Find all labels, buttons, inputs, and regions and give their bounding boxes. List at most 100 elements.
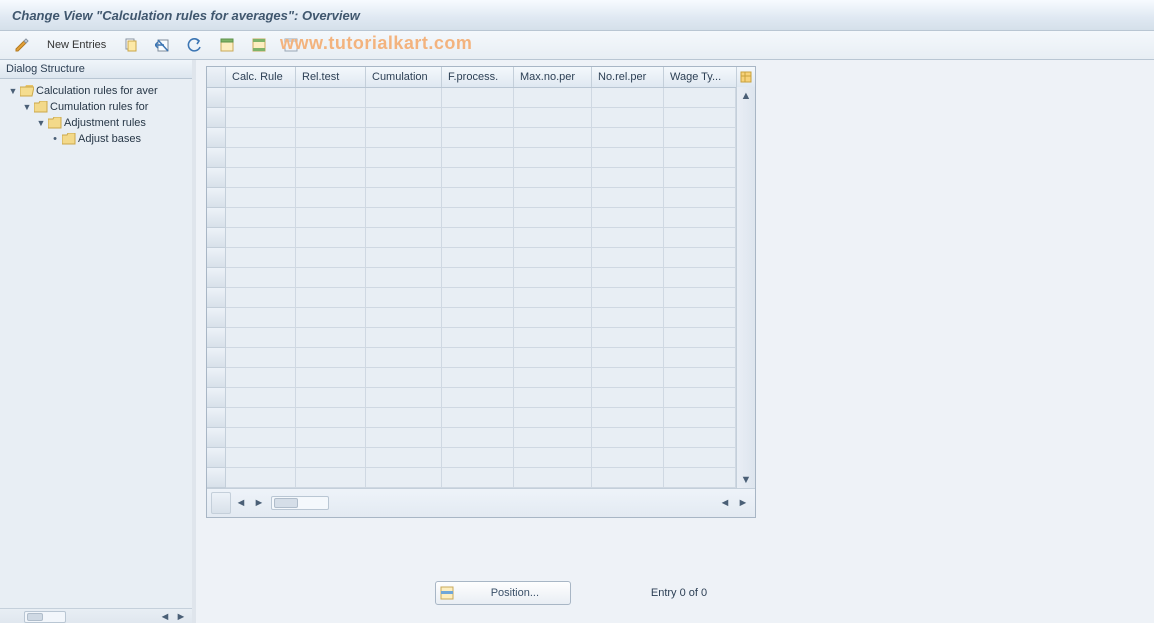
cell[interactable] <box>442 248 514 268</box>
cell[interactable] <box>296 388 366 408</box>
table-row[interactable] <box>207 348 755 368</box>
cell[interactable] <box>514 408 592 428</box>
hscroll-thumb[interactable] <box>274 498 298 508</box>
cell[interactable] <box>366 428 442 448</box>
cell[interactable] <box>366 328 442 348</box>
cell[interactable] <box>366 288 442 308</box>
table-row[interactable] <box>207 208 755 228</box>
hscroll-left-icon[interactable]: ◄ <box>233 495 249 511</box>
table-row[interactable] <box>207 428 755 448</box>
select-all-button[interactable] <box>213 34 241 56</box>
table-row[interactable] <box>207 288 755 308</box>
configure-columns-button[interactable] <box>736 67 755 87</box>
cell[interactable] <box>366 208 442 228</box>
cell[interactable] <box>592 148 664 168</box>
cell[interactable] <box>592 368 664 388</box>
cell[interactable] <box>442 448 514 468</box>
tree-item-calculation-rules[interactable]: ▼ Calculation rules for aver <box>0 83 192 99</box>
cell[interactable] <box>366 348 442 368</box>
cell[interactable] <box>442 268 514 288</box>
cell[interactable] <box>296 448 366 468</box>
cell[interactable] <box>366 388 442 408</box>
cell[interactable] <box>592 348 664 368</box>
cell[interactable] <box>514 228 592 248</box>
cell[interactable] <box>592 248 664 268</box>
cell[interactable] <box>226 168 296 188</box>
table-row[interactable] <box>207 228 755 248</box>
cell[interactable] <box>366 88 442 108</box>
cell[interactable] <box>664 428 736 448</box>
cell[interactable] <box>442 348 514 368</box>
cell[interactable] <box>442 288 514 308</box>
cell[interactable] <box>296 108 366 128</box>
cell[interactable] <box>442 388 514 408</box>
cell[interactable] <box>226 468 296 488</box>
cell[interactable] <box>592 128 664 148</box>
tree-hscroll-track[interactable] <box>24 611 66 623</box>
cell[interactable] <box>664 328 736 348</box>
cell[interactable] <box>296 248 366 268</box>
row-selector[interactable] <box>207 408 226 428</box>
cell[interactable] <box>664 168 736 188</box>
cell[interactable] <box>442 228 514 248</box>
cell[interactable] <box>664 288 736 308</box>
cell[interactable] <box>592 208 664 228</box>
cell[interactable] <box>226 428 296 448</box>
cell[interactable] <box>442 468 514 488</box>
table-row[interactable] <box>207 388 755 408</box>
cell[interactable] <box>366 188 442 208</box>
cell[interactable] <box>366 128 442 148</box>
copy-button[interactable] <box>117 34 145 56</box>
tree-item-adjust-bases[interactable]: • Adjust bases <box>0 131 192 147</box>
col-calc-rule[interactable]: Calc. Rule <box>226 67 296 87</box>
col-rel-test[interactable]: Rel.test <box>296 67 366 87</box>
cell[interactable] <box>296 308 366 328</box>
hscroll-right2-icon[interactable]: ► <box>735 495 751 511</box>
cell[interactable] <box>664 248 736 268</box>
cell[interactable] <box>592 168 664 188</box>
table-row[interactable] <box>207 108 755 128</box>
table-row[interactable] <box>207 328 755 348</box>
cell[interactable] <box>296 148 366 168</box>
table-row[interactable] <box>207 368 755 388</box>
cell[interactable] <box>664 208 736 228</box>
cell[interactable] <box>514 168 592 188</box>
cell[interactable] <box>296 228 366 248</box>
cell[interactable] <box>226 268 296 288</box>
delete-button[interactable] <box>149 34 177 56</box>
table-row[interactable] <box>207 308 755 328</box>
row-selector[interactable] <box>207 228 226 248</box>
cell[interactable] <box>366 268 442 288</box>
cell[interactable] <box>296 168 366 188</box>
cell[interactable] <box>442 368 514 388</box>
row-selector[interactable] <box>207 428 226 448</box>
table-row[interactable] <box>207 88 755 108</box>
cell[interactable] <box>226 308 296 328</box>
cell[interactable] <box>664 188 736 208</box>
row-selector[interactable] <box>207 448 226 468</box>
cell[interactable] <box>442 428 514 448</box>
cell[interactable] <box>442 208 514 228</box>
cell[interactable] <box>366 308 442 328</box>
cell[interactable] <box>226 288 296 308</box>
expand-icon[interactable]: ▼ <box>22 102 32 112</box>
hscroll-track[interactable] <box>271 496 329 510</box>
table-row[interactable] <box>207 248 755 268</box>
cell[interactable] <box>664 88 736 108</box>
cell[interactable] <box>664 228 736 248</box>
table-row[interactable] <box>207 168 755 188</box>
table-row[interactable] <box>207 448 755 468</box>
cell[interactable] <box>514 348 592 368</box>
expand-icon[interactable]: ▼ <box>36 118 46 128</box>
cell[interactable] <box>442 148 514 168</box>
cell[interactable] <box>514 188 592 208</box>
row-selector[interactable] <box>207 348 226 368</box>
table-row[interactable] <box>207 148 755 168</box>
cell[interactable] <box>514 428 592 448</box>
cell[interactable] <box>664 148 736 168</box>
cell[interactable] <box>226 328 296 348</box>
table-row[interactable] <box>207 268 755 288</box>
cell[interactable] <box>664 308 736 328</box>
tree-item-adjustment-rules[interactable]: ▼ Adjustment rules <box>0 115 192 131</box>
row-selector[interactable] <box>207 388 226 408</box>
